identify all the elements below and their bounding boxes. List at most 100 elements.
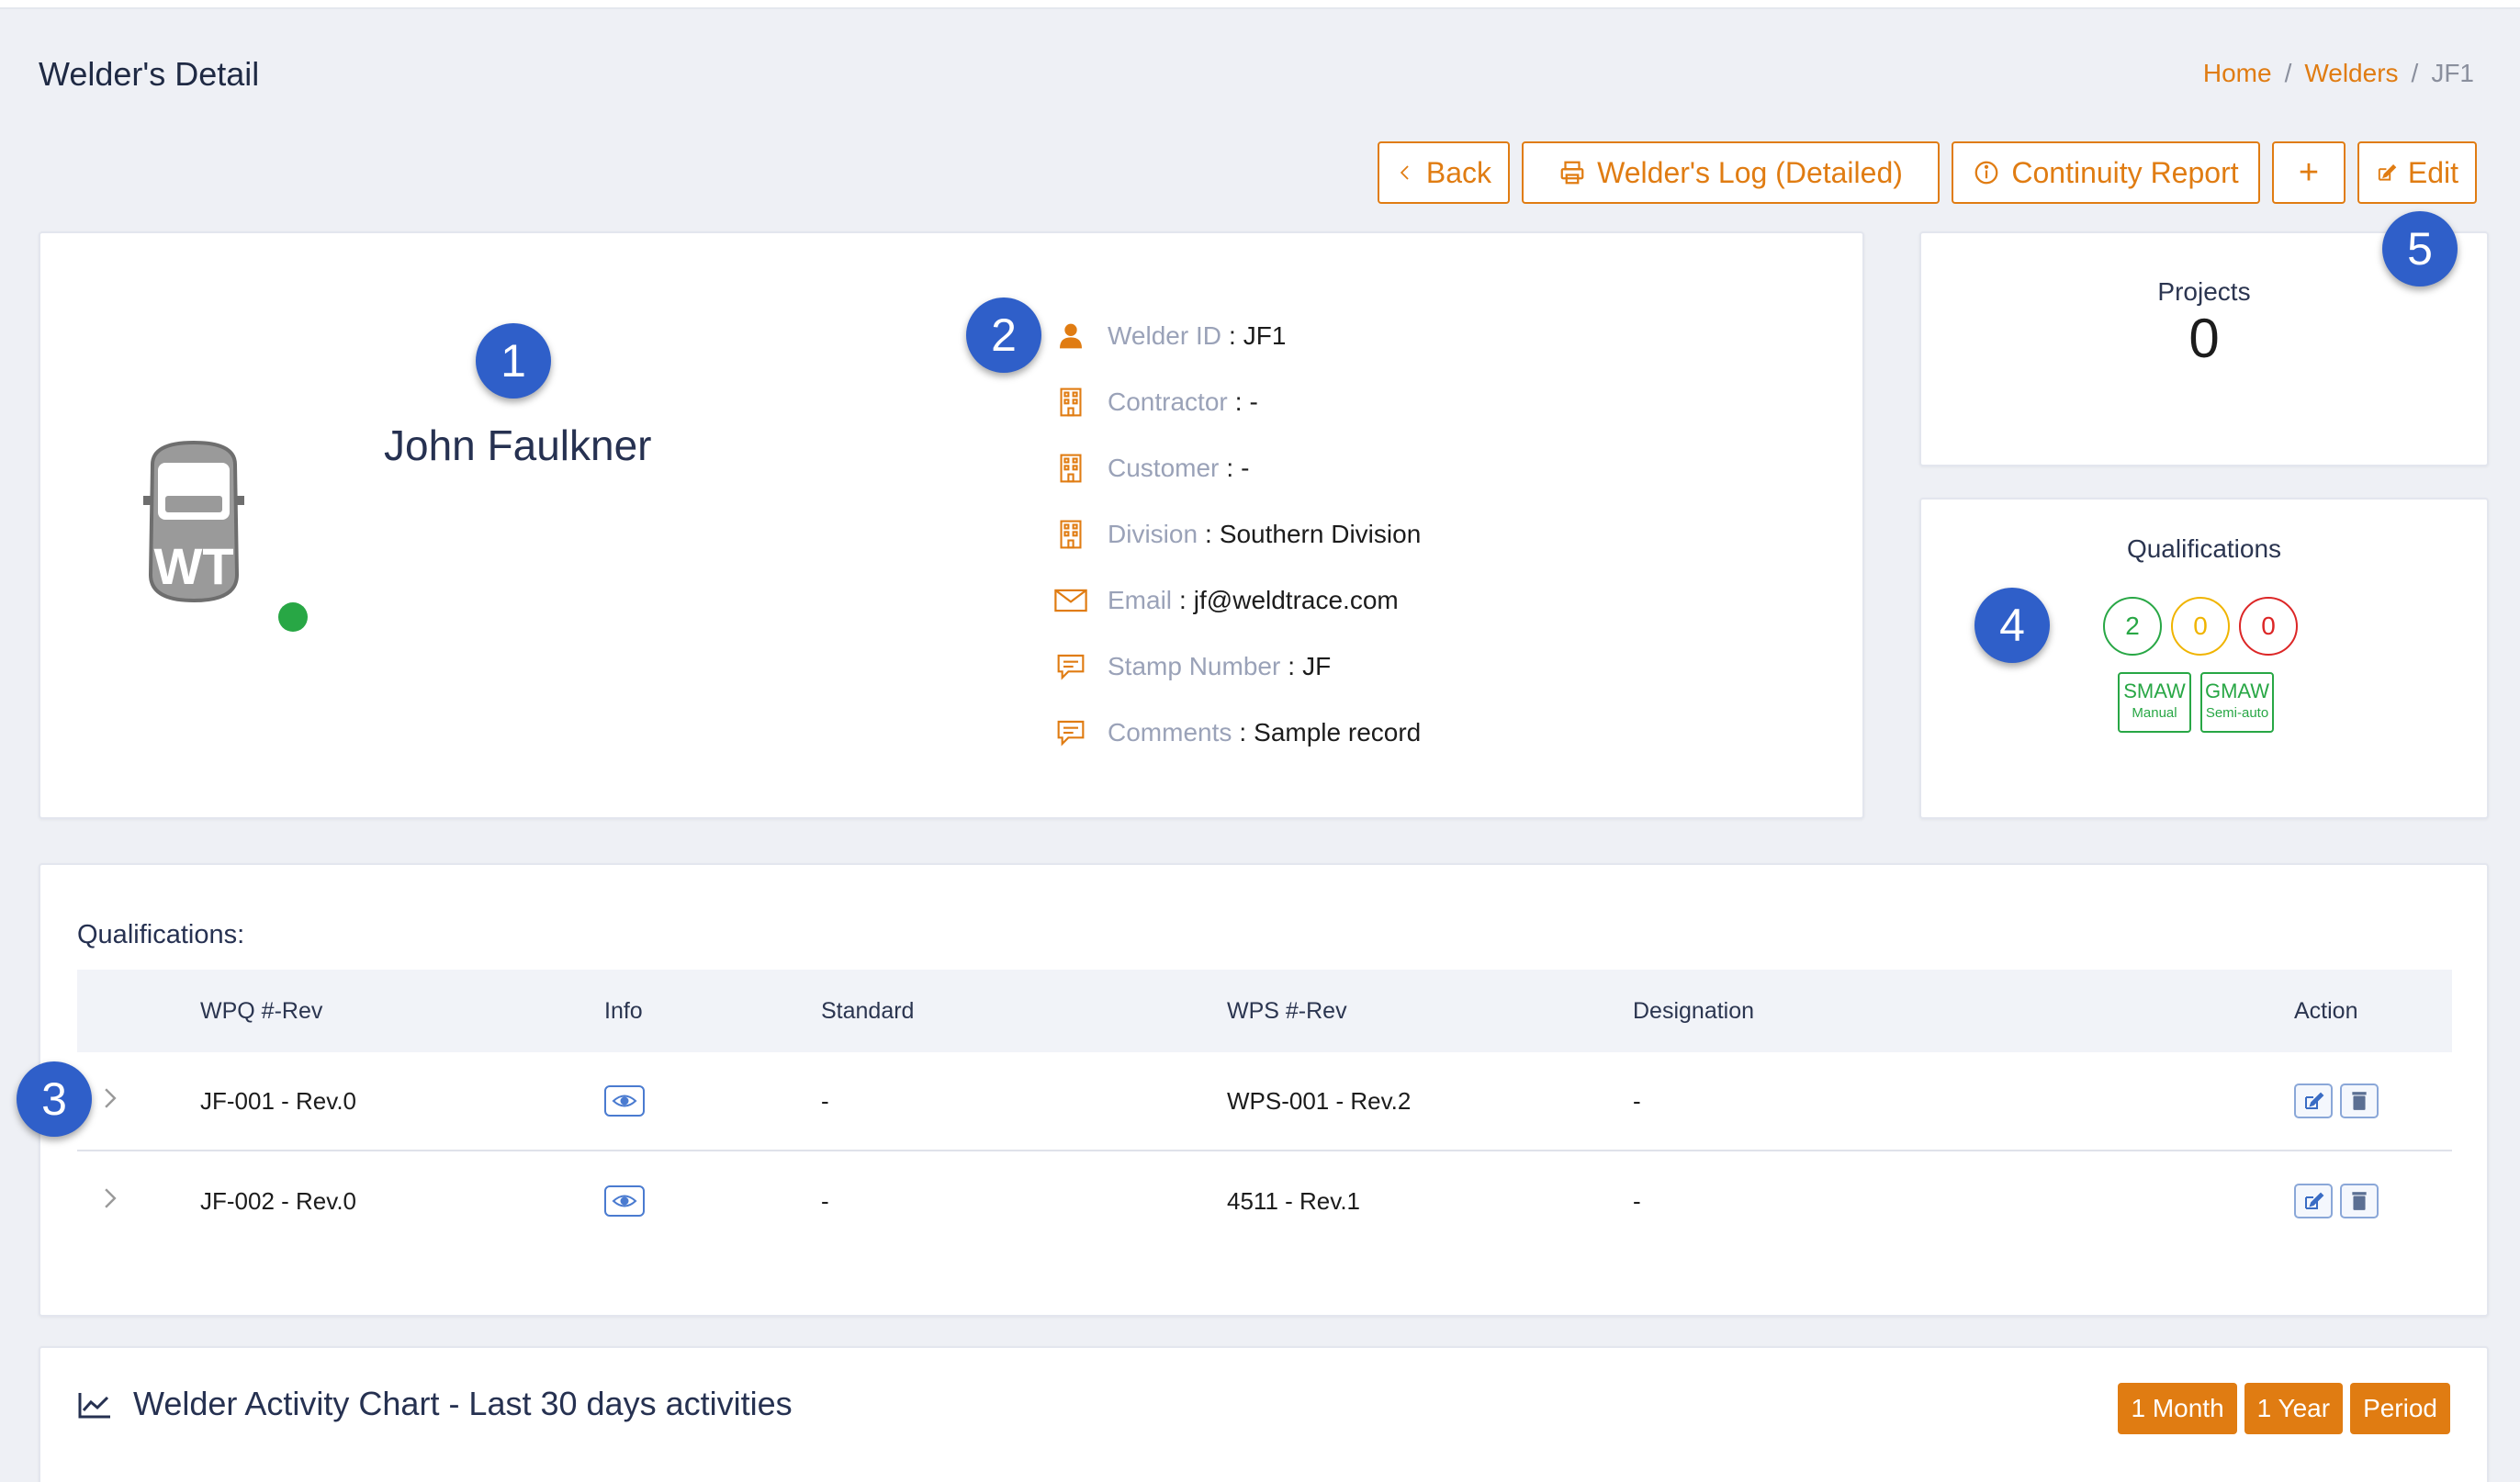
comment-icon xyxy=(1054,716,1087,749)
process-tags: SMAW Manual GMAW Semi-auto xyxy=(2118,672,2274,733)
avatar-text: WT xyxy=(153,537,233,595)
wpq-cell[interactable]: JF-001 - Rev.0 xyxy=(200,1087,604,1116)
column-header-designation[interactable]: Designation xyxy=(1633,998,2294,1025)
breadcrumb-welders-link[interactable]: Welders xyxy=(2304,59,2398,88)
expired-count-circle[interactable]: 0 xyxy=(2239,597,2298,656)
qualifications-table-heading: Qualifications: xyxy=(77,920,245,949)
period-custom-button[interactable]: Period xyxy=(2350,1383,2450,1434)
line-chart-icon xyxy=(78,1393,110,1419)
info-label: Welder ID xyxy=(1108,321,1221,350)
period-1-year-button[interactable]: 1 Year xyxy=(2244,1383,2344,1434)
qualification-counts: 2 0 0 xyxy=(2103,597,2298,656)
info-row-email: Email : jf@weldtrace.com xyxy=(1054,567,1421,634)
info-label: Contractor xyxy=(1108,387,1228,416)
table-header: WPQ #-Rev Info Standard WPS #-Rev Design… xyxy=(77,970,2452,1052)
profile-card xyxy=(39,231,1864,819)
expiring-count-circle[interactable]: 0 xyxy=(2171,597,2230,656)
process-name: GMAW xyxy=(2204,679,2270,702)
annotation-badge-3: 3 xyxy=(17,1061,92,1137)
process-tag-smaw[interactable]: SMAW Manual xyxy=(2118,672,2191,733)
back-button-label: Back xyxy=(1425,155,1491,189)
info-value: JF xyxy=(1302,652,1332,680)
printer-icon xyxy=(1560,161,1584,185)
edit-button-label: Edit xyxy=(2407,155,2458,189)
column-header-info: Info xyxy=(604,997,643,1024)
welders-log-button[interactable]: Welder's Log (Detailed) xyxy=(1522,141,1940,204)
expand-row-chevron-icon[interactable] xyxy=(77,1186,200,1217)
breadcrumb-home-link[interactable]: Home xyxy=(2203,59,2272,88)
welder-name: John Faulkner xyxy=(384,421,652,469)
annotation-badge-1: 1 xyxy=(476,323,551,399)
info-label: Stamp Number xyxy=(1108,652,1281,680)
breadcrumb: Home / Welders / JF1 xyxy=(2203,59,2474,88)
column-header-action: Action xyxy=(2294,997,2358,1024)
wps-cell: WPS-001 - Rev.2 xyxy=(1227,1086,1412,1115)
info-value: - xyxy=(1249,387,1258,416)
person-icon xyxy=(1054,320,1087,353)
info-value: - xyxy=(1241,454,1250,482)
info-label: Division xyxy=(1108,520,1198,548)
building-icon xyxy=(1054,518,1087,551)
view-eye-icon[interactable] xyxy=(604,1085,645,1117)
wpq-cell[interactable]: JF-002 - Rev.0 xyxy=(200,1187,604,1216)
projects-count: 0 xyxy=(2188,308,2220,369)
period-selector: 1 Month 1 Year Period xyxy=(2118,1383,2450,1434)
breadcrumb-separator: / xyxy=(2284,59,2292,87)
add-button[interactable]: + xyxy=(2272,141,2346,204)
view-eye-icon[interactable] xyxy=(604,1185,645,1217)
qualifications-table: WPQ #-Rev Info Standard WPS #-Rev Design… xyxy=(77,970,2452,1251)
edit-row-icon[interactable] xyxy=(2294,1083,2333,1118)
activity-chart-title: Welder Activity Chart - Last 30 days act… xyxy=(133,1385,793,1422)
designation-cell: - xyxy=(1633,1086,1641,1115)
process-mode: Semi-auto xyxy=(2205,705,2269,721)
info-circle-icon xyxy=(1975,161,1998,185)
chevron-left-icon xyxy=(1400,165,1409,180)
info-value: JF1 xyxy=(1243,321,1287,350)
table-row: JF-001 - Rev.0 - WPS-001 - Rev.2 - xyxy=(77,1052,2452,1151)
info-row-division: Division : Southern Division xyxy=(1054,501,1421,567)
info-label: Customer xyxy=(1108,454,1220,482)
building-icon xyxy=(1054,386,1087,419)
annotation-badge-5: 5 xyxy=(2382,211,2458,286)
delete-row-trash-icon[interactable] xyxy=(2340,1083,2379,1118)
page-title: Welder's Detail xyxy=(39,55,260,93)
process-mode: Manual xyxy=(2132,705,2177,721)
back-button[interactable]: Back xyxy=(1378,141,1510,204)
column-header-wpq[interactable]: WPQ #-Rev xyxy=(200,998,604,1025)
building-icon xyxy=(1054,452,1087,485)
column-header-wps[interactable]: WPS #-Rev xyxy=(1227,998,1633,1025)
info-row-contractor: Contractor : - xyxy=(1054,369,1421,435)
active-count-circle[interactable]: 2 xyxy=(2103,597,2162,656)
table-row: JF-002 - Rev.0 - 4511 - Rev.1 - xyxy=(77,1151,2452,1251)
welder-info-list: Welder ID : JF1 Contractor : - Customer … xyxy=(1054,303,1421,766)
mail-icon xyxy=(1054,584,1087,617)
wps-cell: 4511 - Rev.1 xyxy=(1227,1186,1361,1215)
online-status-dot xyxy=(278,602,308,632)
info-value: jf@weldtrace.com xyxy=(1193,586,1399,614)
expand-row-chevron-icon[interactable] xyxy=(77,1086,200,1117)
breadcrumb-separator: / xyxy=(2411,59,2419,87)
toolbar: Back Welder's Log (Detailed) Continuity … xyxy=(1378,141,2477,204)
annotation-badge-2: 2 xyxy=(966,298,1041,373)
info-label: Comments xyxy=(1108,718,1232,747)
standard-cell: - xyxy=(821,1186,829,1215)
info-row-comments: Comments : Sample record xyxy=(1054,700,1421,766)
period-1-month-button[interactable]: 1 Month xyxy=(2118,1383,2237,1434)
welder-helmet-avatar: WT xyxy=(143,440,244,603)
info-value: Sample record xyxy=(1254,718,1422,747)
edit-row-icon[interactable] xyxy=(2294,1184,2333,1218)
standard-cell: - xyxy=(821,1086,829,1115)
info-label: Email xyxy=(1108,586,1173,614)
welders-log-label: Welder's Log (Detailed) xyxy=(1597,155,1903,189)
info-row-stamp-number: Stamp Number : JF xyxy=(1054,634,1421,700)
info-row-customer: Customer : - xyxy=(1054,435,1421,501)
column-header-standard[interactable]: Standard xyxy=(821,998,1227,1025)
process-name: SMAW xyxy=(2123,679,2186,702)
edit-button[interactable]: Edit xyxy=(2357,141,2477,204)
edit-icon xyxy=(2378,164,2397,181)
process-tag-gmaw[interactable]: GMAW Semi-auto xyxy=(2200,672,2274,733)
continuity-report-button[interactable]: Continuity Report xyxy=(1952,141,2260,204)
annotation-badge-4: 4 xyxy=(1974,588,2050,663)
plus-icon: + xyxy=(2298,152,2320,192)
delete-row-trash-icon[interactable] xyxy=(2340,1184,2379,1218)
